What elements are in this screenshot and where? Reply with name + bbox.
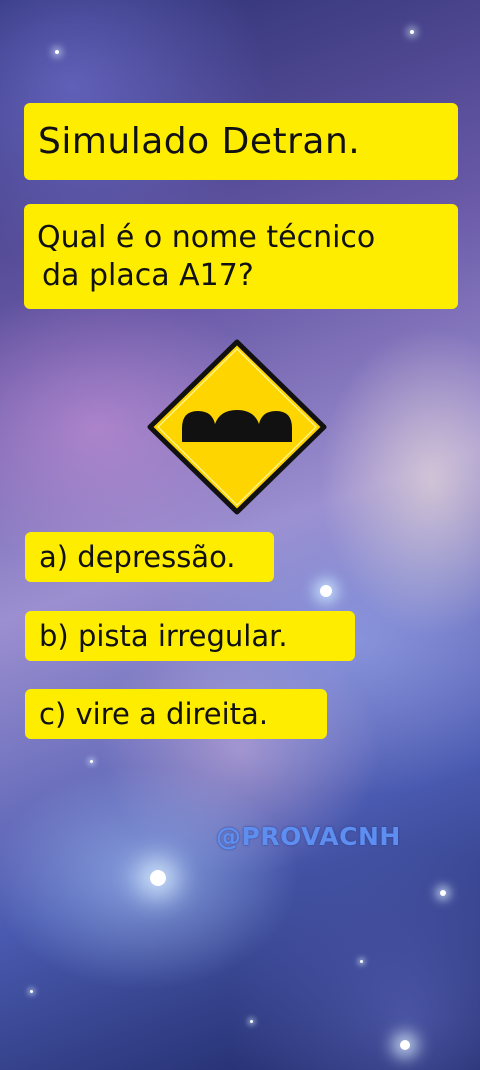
option-b-button[interactable]: b) pista irregular. xyxy=(25,611,355,661)
star-decoration xyxy=(90,760,93,763)
star-decoration xyxy=(360,960,363,963)
star-decoration xyxy=(150,870,166,886)
question-line-2: da placa A17? xyxy=(42,258,254,293)
road-bumps-warning-sign-icon xyxy=(147,339,327,515)
option-b-label: b) pista irregular. xyxy=(39,619,288,653)
star-decoration xyxy=(30,990,33,993)
star-decoration xyxy=(55,50,59,54)
star-decoration xyxy=(440,890,446,896)
question-banner: Qual é o nome técnico da placa A17? xyxy=(24,204,458,309)
star-decoration xyxy=(400,1040,410,1050)
title-banner: Simulado Detran. xyxy=(24,103,458,180)
star-decoration xyxy=(250,1020,253,1023)
watermark-handle: @PROVACNH xyxy=(216,822,401,851)
question-line-1: Qual é o nome técnico xyxy=(37,220,376,255)
star-decoration xyxy=(410,30,414,34)
option-c-label: c) vire a direita. xyxy=(39,697,269,731)
option-c-button[interactable]: c) vire a direita. xyxy=(25,689,327,739)
option-a-label: a) depressão. xyxy=(39,540,236,574)
star-decoration xyxy=(320,585,332,597)
option-a-button[interactable]: a) depressão. xyxy=(25,532,274,582)
page-title: Simulado Detran. xyxy=(38,121,361,162)
